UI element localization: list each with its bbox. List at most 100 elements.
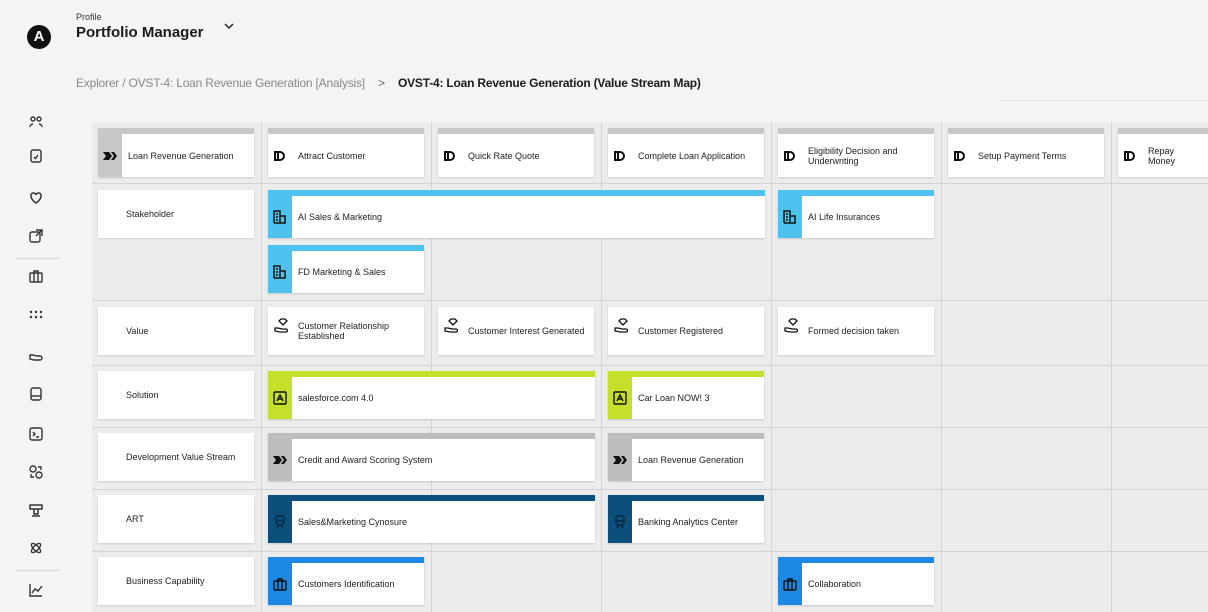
dev-value-stream-card[interactable]: Loan Revenue Generation [608,433,764,481]
row-label-value: Value [98,307,254,355]
heart-icon[interactable] [27,190,45,208]
solution-card[interactable]: Car Loan NOW! 3 [608,371,764,419]
profile-name: Portfolio Manager [76,24,204,41]
value-card[interactable]: Customer Interest Generated [438,307,594,355]
row-label-stakeholder: Stakeholder [98,190,254,238]
stage-label: Complete Loan Application [638,150,746,161]
stage-card[interactable]: Repay Money [1118,128,1208,177]
row-label-dev-value-stream: Development Value Stream [98,433,254,481]
profile-label: Profile [76,12,102,22]
dev-value-stream-label: Credit and Award Scoring System [298,455,433,465]
value-label: Formed decision taken [808,326,900,336]
grid-line [92,300,1208,301]
building-icon [778,196,802,238]
stage-label: Repay Money [1148,145,1176,166]
solution-icon [608,377,632,419]
stage-label: Eligibility Decision and Underwriting [808,145,898,166]
terminal-icon[interactable] [27,426,45,444]
grid-line [92,365,1208,366]
capability-label: Collaboration [808,579,862,589]
value-card[interactable]: Formed decision taken [778,307,934,355]
stakeholder-card[interactable]: AI Life Insurances [778,190,934,238]
solution-card[interactable]: salesforce.com 4.0 [268,371,595,419]
value-stream-icon [268,439,292,481]
stage-icon [778,134,802,177]
art-card[interactable]: Banking Analytics Center [608,495,764,543]
art-label: Sales&Marketing Cynosure [298,517,408,527]
grid-dots-icon[interactable] [27,308,45,326]
grid-line [261,122,262,612]
row-label-solution: Solution [98,371,254,419]
art-card[interactable]: Sales&Marketing Cynosure [268,495,595,543]
stage-label: Setup Payment Terms [978,150,1067,161]
value-hand-icon [784,318,799,333]
team-icon[interactable] [27,114,45,132]
art-label: Banking Analytics Center [638,517,739,527]
breadcrumb-parent-link[interactable]: Explorer / OVST-4: Loan Revenue Generati… [76,76,365,90]
atom-icon[interactable] [27,540,45,558]
stakeholder-card[interactable]: AI Sales & Marketing [268,190,765,238]
value-hand-icon [274,318,289,333]
value-stream-icon [608,439,632,481]
chevron-down-icon[interactable] [223,20,235,35]
value-card[interactable]: Customer Relationship Established [268,307,424,355]
stage-card[interactable]: Setup Payment Terms [948,128,1104,177]
stage-icon [268,134,292,177]
value-stream-title: Loan Revenue Generation [128,150,234,161]
breadcrumb: Explorer / OVST-4: Loan Revenue Generati… [76,76,701,90]
grid-line [92,427,1208,428]
building-icon [268,196,292,238]
value-label: Customer Relationship Established [298,321,390,341]
stakeholder-label: FD Marketing & Sales [298,267,386,277]
stage-icon [608,134,632,177]
stakeholder-card[interactable]: FD Marketing & Sales [268,245,424,293]
value-hand-icon [614,318,629,333]
dev-value-stream-label: Loan Revenue Generation [638,455,744,465]
dev-value-stream-card[interactable]: Credit and Award Scoring System [268,433,595,481]
value-hand-icon [444,318,459,333]
briefcase-icon [778,563,802,605]
building-icon [268,251,292,293]
capability-label: Customers Identification [298,579,395,589]
sidebar-divider [16,570,60,571]
grid-line [92,489,1208,490]
external-link-icon[interactable] [27,228,45,246]
breadcrumb-separator: > [378,76,385,90]
breadcrumb-current: OVST-4: Loan Revenue Generation (Value S… [397,76,701,90]
stage-card[interactable]: Quick Rate Quote [438,128,594,177]
tablet-icon[interactable] [27,386,45,404]
chart-line-icon[interactable] [27,582,45,600]
stage-icon [438,134,462,177]
stage-label: Quick Rate Quote [468,150,540,161]
stakeholder-label: AI Life Insurances [808,212,881,222]
value-card[interactable]: Customer Registered [608,307,764,355]
value-stream-title-card[interactable]: Loan Revenue Generation [98,128,254,177]
grid-line [1111,122,1112,612]
train-icon [608,501,632,543]
grid-line [92,183,1208,184]
briefcase-icon[interactable] [27,268,45,286]
capability-card[interactable]: Customers Identification [268,557,424,605]
avatar[interactable]: A [27,25,51,49]
solution-icon [268,377,292,419]
grid-line [92,551,1208,552]
stage-card[interactable]: Eligibility Decision and Underwriting [778,128,934,177]
capability-card[interactable]: Collaboration [778,557,934,605]
solution-label: Car Loan NOW! 3 [638,393,710,403]
row-label-business-capability: Business Capability [98,557,254,605]
document-check-icon[interactable] [27,148,45,166]
solution-label: salesforce.com 4.0 [298,393,374,403]
grid-line [771,122,772,612]
profile-header[interactable]: Profile Portfolio Manager [76,12,204,41]
divider [1000,100,1208,101]
train-icon [268,501,292,543]
grid-line [941,122,942,612]
train-icon[interactable] [27,502,45,520]
sidebar: A [0,0,70,612]
value-hand-icon[interactable] [27,348,45,366]
flow-icon[interactable] [27,464,45,482]
stage-icon [1118,134,1142,177]
stage-card[interactable]: Complete Loan Application [608,128,764,177]
value-stream-icon [98,134,122,177]
stage-card[interactable]: Attract Customer [268,128,424,177]
